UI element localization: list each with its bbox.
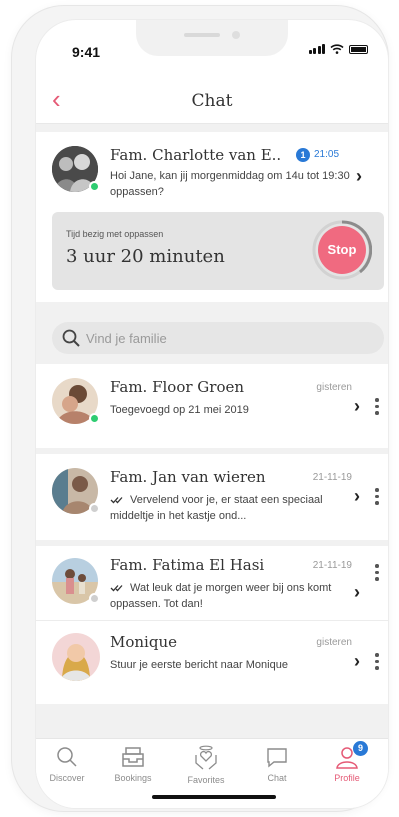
chat-preview: Wat leuk dat je morgen weer bij ons komt… [110,582,332,610]
stop-button[interactable]: Stop [318,226,366,274]
tab-label: Discover [49,773,85,783]
chat-preview: Vervelend voor je, er staat een speciaal… [110,494,323,522]
list-item[interactable]: Monique gisteren Stuur je eerste bericht… [36,620,388,704]
tab-favorites[interactable]: Favorites [171,745,241,785]
chevron-right-icon[interactable]: › [354,486,360,507]
chat-name: Monique [110,633,177,651]
notification-badge: 9 [353,741,368,756]
online-indicator [89,413,100,424]
heart-hands-icon [195,745,217,770]
chevron-right-icon[interactable]: › [354,396,360,417]
tab-label: Profile [334,773,360,783]
list-item[interactable]: Fam. Fatima El Hasi 21-11-19 Wat leuk da… [36,546,388,620]
chevron-right-icon[interactable]: › [354,582,360,603]
tab-label: Favorites [187,775,225,785]
timer-value: 3 uur 20 minuten [66,246,225,267]
chevron-right-icon[interactable]: › [356,166,362,187]
page-title: Chat [191,91,233,111]
chat-time: 21:05 [314,149,340,160]
chat-name: Fam. Jan van wieren [110,468,266,486]
tab-bar: Discover Bookings Favorites Chat 9 Profi… [36,738,388,808]
search-input[interactable] [86,322,366,354]
more-options-icon[interactable] [375,488,379,505]
list-item[interactable]: Fam. Floor Groen gisteren Toegevoegd op … [36,364,388,448]
tab-discover[interactable]: Discover [36,745,102,783]
home-indicator [152,795,276,799]
status-icons [308,44,368,54]
active-chat-row[interactable]: Fam. Charlotte van E.. 1 21:05 Hoi Jane,… [36,132,388,212]
chat-time: gisteren [316,637,352,648]
tab-chat[interactable]: Chat [242,745,312,783]
phone-frame: 9:41 ‹ Chat Fam. Charlotte van E.. 1 21:… [12,6,388,811]
signal-icon [308,44,325,54]
avatar [52,633,100,681]
app-screen: 9:41 ‹ Chat Fam. Charlotte van E.. 1 21:… [36,20,388,808]
speaker [184,33,220,37]
chat-name: Fam. Floor Groen [110,378,245,396]
search-icon [57,747,77,767]
offline-indicator [89,593,100,604]
header: ‹ Chat [36,78,388,124]
timer-label: Tijd bezig met oppassen [66,229,164,239]
more-options-icon[interactable] [375,653,379,670]
notch [136,20,288,56]
chat-time: 21-11-19 [312,560,352,571]
tab-profile[interactable]: 9 Profile [312,741,382,783]
offline-indicator [89,503,100,514]
more-options-icon[interactable] [375,398,379,415]
chat-name: Fam. Fatima El Hasi [110,556,265,574]
search-icon [62,329,80,347]
tab-bookings[interactable]: Bookings [98,745,168,783]
tab-label: Bookings [114,773,152,783]
camera [232,31,240,39]
inbox-tray-icon [122,747,144,767]
chat-time: 21-11-19 [312,472,352,483]
list-footer [36,704,388,738]
wifi-icon [330,44,344,54]
speech-bubble-icon [267,748,287,768]
babysitting-timer-card: Tijd bezig met oppassen 3 uur 20 minuten… [52,212,384,290]
chevron-right-icon[interactable]: › [354,651,360,672]
search-bar [52,322,384,354]
chat-preview: Hoi Jane, kan jij morgenmiddag om 14u to… [110,170,350,198]
chat-preview: Toegevoegd op 21 mei 2019 [110,404,249,416]
unread-badge: 1 [296,148,310,162]
battery-icon [349,44,368,54]
list-item[interactable]: Fam. Jan van wieren 21-11-19 Vervelend v… [36,454,388,540]
chat-name: Fam. Charlotte van E.. [110,146,282,164]
chat-preview: Stuur je eerste bericht naar Monique [110,659,288,671]
divider [36,124,388,132]
online-indicator [89,181,100,192]
tab-label: Chat [267,773,287,783]
chat-time: gisteren [316,382,352,393]
more-options-icon[interactable] [375,564,379,581]
status-time: 9:41 [72,44,101,60]
